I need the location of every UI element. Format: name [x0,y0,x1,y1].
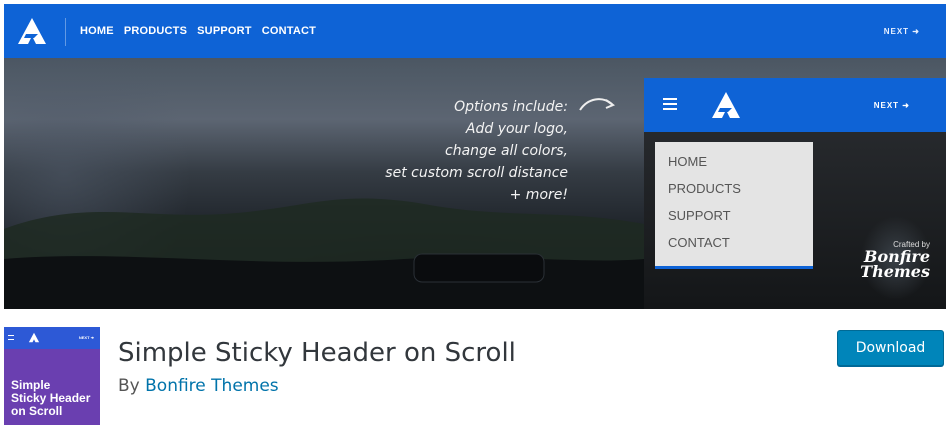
logo-triangle-icon [712,92,740,118]
caption-line: set custom scroll distance [385,165,568,181]
header-nav: HOME PRODUCTS SUPPORT CONTACT [80,25,316,37]
menu-item-products[interactable]: PRODUCTS [655,179,813,206]
next-link[interactable]: NEXT ➜ [874,101,910,110]
mobile-demo-panel: NEXT ➜ HOME PRODUCTS SUPPORT CONTACT Cra… [644,78,946,309]
plugin-icon[interactable]: NEXT ➜ Simple Sticky Header on Scroll [4,327,100,425]
plugin-title: Simple Sticky Header on Scroll [118,338,516,368]
crafted-by-brand: Themes [860,262,930,281]
nav-item-support[interactable]: SUPPORT [197,25,252,37]
menu-item-contact[interactable]: CONTACT [655,233,813,260]
logo-triangle-icon [18,18,46,44]
thumbnail-title-line: on Scroll [11,404,63,418]
crafted-by-badge: Crafted by Bonfire Themes [860,240,930,281]
hamburger-menu-icon[interactable] [663,98,677,110]
next-link: NEXT ➜ [78,335,94,340]
caption-line: Add your logo, [465,121,568,137]
author-link[interactable]: Bonfire Themes [145,376,279,396]
dropdown-menu: HOME PRODUCTS SUPPORT CONTACT [655,142,813,269]
byline-prefix: By [118,376,140,396]
caption-line: change all colors, [445,143,568,159]
nav-item-home[interactable]: HOME [80,25,114,37]
plugin-banner: HOME PRODUCTS SUPPORT CONTACT NEXT ➜ Opt… [4,4,946,309]
header-divider [65,18,66,46]
download-button[interactable]: Download [837,330,944,366]
next-link[interactable]: NEXT ➜ [884,27,920,36]
nav-item-products[interactable]: PRODUCTS [124,25,187,37]
plugin-byline: By Bonfire Themes [118,376,279,396]
caption-line: + more! [509,187,568,203]
thumbnail-title: Simple Sticky Header on Scroll [11,379,90,418]
menu-item-support[interactable]: SUPPORT [655,206,813,233]
logo-triangle-icon [28,332,40,343]
sticky-header-demo: HOME PRODUCTS SUPPORT CONTACT NEXT ➜ [4,4,946,58]
caption-line: Options include: [454,99,568,115]
banner-caption: Options include: Add your logo, change a… [344,96,568,206]
mobile-header-demo: NEXT ➜ [644,78,946,132]
thumbnail-header: NEXT ➜ [4,327,100,349]
menu-item-home[interactable]: HOME [655,152,813,179]
hamburger-menu-icon [8,335,14,340]
curved-arrow-icon [579,98,616,111]
nav-item-contact[interactable]: CONTACT [262,25,316,37]
